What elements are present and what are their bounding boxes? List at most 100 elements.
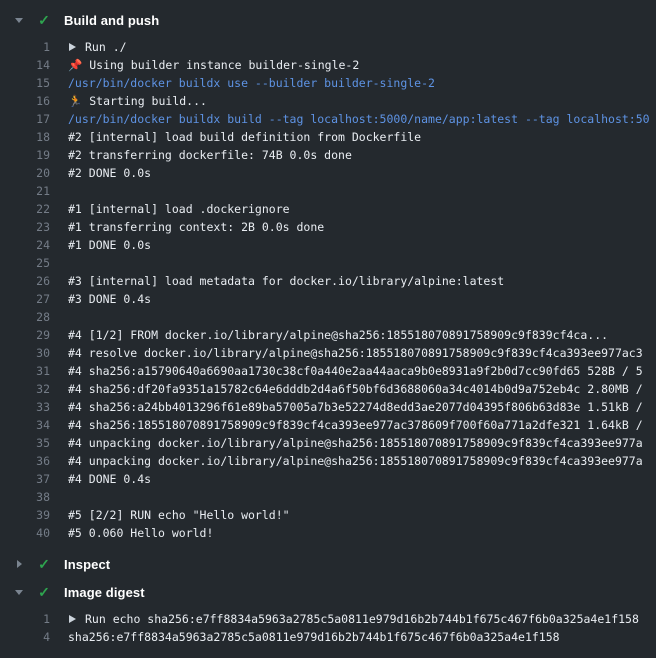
line-number[interactable]: 30 bbox=[0, 344, 50, 362]
log-text: #4 sha256:a15790640a6690aa1730c38cf0a440… bbox=[68, 362, 656, 380]
log-text: #1 DONE 0.0s bbox=[68, 236, 656, 254]
log-text: #4 DONE 0.4s bbox=[68, 470, 656, 488]
log-line: 1 Run ./ bbox=[0, 38, 656, 56]
line-number[interactable]: 38 bbox=[0, 488, 50, 506]
chevron-right-icon[interactable] bbox=[12, 560, 26, 568]
success-check-icon: ✓ bbox=[36, 583, 52, 601]
log-text: /usr/bin/docker buildx build --tag local… bbox=[68, 110, 656, 128]
line-number[interactable]: 21 bbox=[0, 182, 50, 200]
log-text: Run ./ bbox=[68, 38, 656, 56]
line-number[interactable]: 20 bbox=[0, 164, 50, 182]
line-number[interactable]: 1 bbox=[0, 38, 50, 56]
log-lines-build-and-push: 1 Run ./ 14 📌 Using builder instance builde… bbox=[0, 34, 656, 550]
section-inspect: ✓ Inspect bbox=[0, 550, 656, 578]
success-check-icon: ✓ bbox=[36, 11, 52, 29]
section-title: Image digest bbox=[64, 585, 145, 600]
log-text: #3 [internal] load metadata for docker.i… bbox=[68, 272, 656, 290]
line-number[interactable]: 4 bbox=[0, 628, 50, 646]
chevron-down-icon[interactable] bbox=[12, 18, 26, 23]
log-line: 18#2 [internal] load build definition fr… bbox=[0, 128, 656, 146]
line-number[interactable]: 34 bbox=[0, 416, 50, 434]
log-line: 24 #1 DONE 0.0s bbox=[0, 236, 656, 254]
line-number[interactable]: 31 bbox=[0, 362, 50, 380]
log-line: 29 #4 [1/2] FROM docker.io/library/alpine… bbox=[0, 326, 656, 344]
line-number[interactable]: 27 bbox=[0, 290, 50, 308]
log-line: 39#5 [2/2] RUN echo "Hello world!" bbox=[0, 506, 656, 524]
line-number[interactable]: 16 bbox=[0, 92, 50, 110]
log-text: #4 sha256:a24bb4013296f61e89ba57005a7b3e… bbox=[68, 398, 656, 416]
line-number[interactable]: 29 bbox=[0, 326, 50, 344]
log-lines-image-digest: 1 Run echo sha256:e7ff8834a5963a2785c5a08… bbox=[0, 606, 656, 654]
line-number[interactable]: 15 bbox=[0, 74, 50, 92]
line-number[interactable]: 17 bbox=[0, 110, 50, 128]
chevron-down-icon[interactable] bbox=[12, 590, 26, 595]
log-line: 34 #4 sha256:185518070891758909c9f839cf4c… bbox=[0, 416, 656, 434]
log-line: 40#5 0.060 Hello world! bbox=[0, 524, 656, 542]
log-text: /usr/bin/docker buildx use --builder bui… bbox=[68, 74, 656, 92]
play-icon[interactable] bbox=[69, 43, 76, 51]
line-number[interactable]: 37 bbox=[0, 470, 50, 488]
log-text bbox=[68, 254, 656, 272]
log-line: 25 bbox=[0, 254, 656, 272]
log-line: 30 #4 resolve docker.io/library/alpine@sh… bbox=[0, 344, 656, 362]
line-number[interactable]: 22 bbox=[0, 200, 50, 218]
log-line: 38 bbox=[0, 488, 656, 506]
log-line: 27 #3 DONE 0.4s bbox=[0, 290, 656, 308]
line-number[interactable]: 28 bbox=[0, 308, 50, 326]
log-text: Run echo sha256:e7ff8834a5963a2785c5a081… bbox=[68, 610, 656, 628]
log-text: #4 sha256:185518070891758909c9f839cf4ca3… bbox=[68, 416, 656, 434]
log-text: #2 transferring dockerfile: 74B 0.0s don… bbox=[68, 146, 656, 164]
line-number[interactable]: 39 bbox=[0, 506, 50, 524]
line-number[interactable]: 19 bbox=[0, 146, 50, 164]
log-line: 28 bbox=[0, 308, 656, 326]
log-text: #4 unpacking docker.io/library/alpine@sh… bbox=[68, 434, 656, 452]
line-number[interactable]: 26 bbox=[0, 272, 50, 290]
log-line: 21 bbox=[0, 182, 656, 200]
log-text: #3 DONE 0.4s bbox=[68, 290, 656, 308]
line-number[interactable]: 36 bbox=[0, 452, 50, 470]
log-text: #4 unpacking docker.io/library/alpine@sh… bbox=[68, 452, 656, 470]
log-line: 26 #3 [internal] load metadata for docker… bbox=[0, 272, 656, 290]
line-number[interactable]: 35 bbox=[0, 434, 50, 452]
log-line: 22 #1 [internal] load .dockerignore bbox=[0, 200, 656, 218]
log-text: 🏃 Starting build... bbox=[68, 92, 656, 110]
log-line: 20#2 DONE 0.0s bbox=[0, 164, 656, 182]
log-text bbox=[68, 182, 656, 200]
log-text: #1 transferring context: 2B 0.0s done bbox=[68, 218, 656, 236]
log-line: 4sha256:e7ff8834a5963a2785c5a0811e979d16… bbox=[0, 628, 656, 646]
log-text: #4 [1/2] FROM docker.io/library/alpine@s… bbox=[68, 326, 656, 344]
log-line: 35 #4 unpacking docker.io/library/alpine@… bbox=[0, 434, 656, 452]
line-number[interactable]: 14 bbox=[0, 56, 50, 74]
log-line: 15/usr/bin/docker buildx use --builder b… bbox=[0, 74, 656, 92]
log-text: 📌 Using builder instance builder-single-… bbox=[68, 56, 656, 74]
section-image-digest: ✓ Image digest 1 Run echo sha256:e7ff8834… bbox=[0, 578, 656, 654]
log-line: 31 #4 sha256:a15790640a6690aa1730c38cf0a4… bbox=[0, 362, 656, 380]
section-header-image-digest[interactable]: ✓ Image digest bbox=[0, 578, 656, 606]
section-title: Inspect bbox=[64, 557, 110, 572]
line-number[interactable]: 1 bbox=[0, 610, 50, 628]
log-line: 32 #4 sha256:df20fa9351a15782c64e6dddb2d4… bbox=[0, 380, 656, 398]
line-number[interactable]: 25 bbox=[0, 254, 50, 272]
section-header-build-and-push[interactable]: ✓ Build and push bbox=[0, 6, 656, 34]
section-title: Build and push bbox=[64, 13, 159, 28]
line-number[interactable]: 40 bbox=[0, 524, 50, 542]
line-number[interactable]: 33 bbox=[0, 398, 50, 416]
log-line: 36 #4 unpacking docker.io/library/alpine@… bbox=[0, 452, 656, 470]
log-text: #4 resolve docker.io/library/alpine@sha2… bbox=[68, 344, 656, 362]
play-icon[interactable] bbox=[69, 615, 76, 623]
success-check-icon: ✓ bbox=[36, 555, 52, 573]
line-number[interactable]: 23 bbox=[0, 218, 50, 236]
job-log-viewer: ✓ Build and push 1Run ./14📌 Using builde… bbox=[0, 0, 656, 654]
log-line: 17/usr/bin/docker buildx build --tag loc… bbox=[0, 110, 656, 128]
log-text: #1 [internal] load .dockerignore bbox=[68, 200, 656, 218]
log-line: 1 Run echo sha256:e7ff8834a5963a2785c5a08… bbox=[0, 610, 656, 628]
line-number[interactable]: 32 bbox=[0, 380, 50, 398]
log-line: 19 #2 transferring dockerfile: 74B 0.0s d… bbox=[0, 146, 656, 164]
section-header-inspect[interactable]: ✓ Inspect bbox=[0, 550, 656, 578]
log-line: 33 #4 sha256:a24bb4013296f61e89ba57005a7b… bbox=[0, 398, 656, 416]
log-line: 16 🏃 Starting build... bbox=[0, 92, 656, 110]
log-line: 23 #1 transferring context: 2B 0.0s done bbox=[0, 218, 656, 236]
log-text: #4 sha256:df20fa9351a15782c64e6dddb2d4a6… bbox=[68, 380, 656, 398]
line-number[interactable]: 18 bbox=[0, 128, 50, 146]
line-number[interactable]: 24 bbox=[0, 236, 50, 254]
